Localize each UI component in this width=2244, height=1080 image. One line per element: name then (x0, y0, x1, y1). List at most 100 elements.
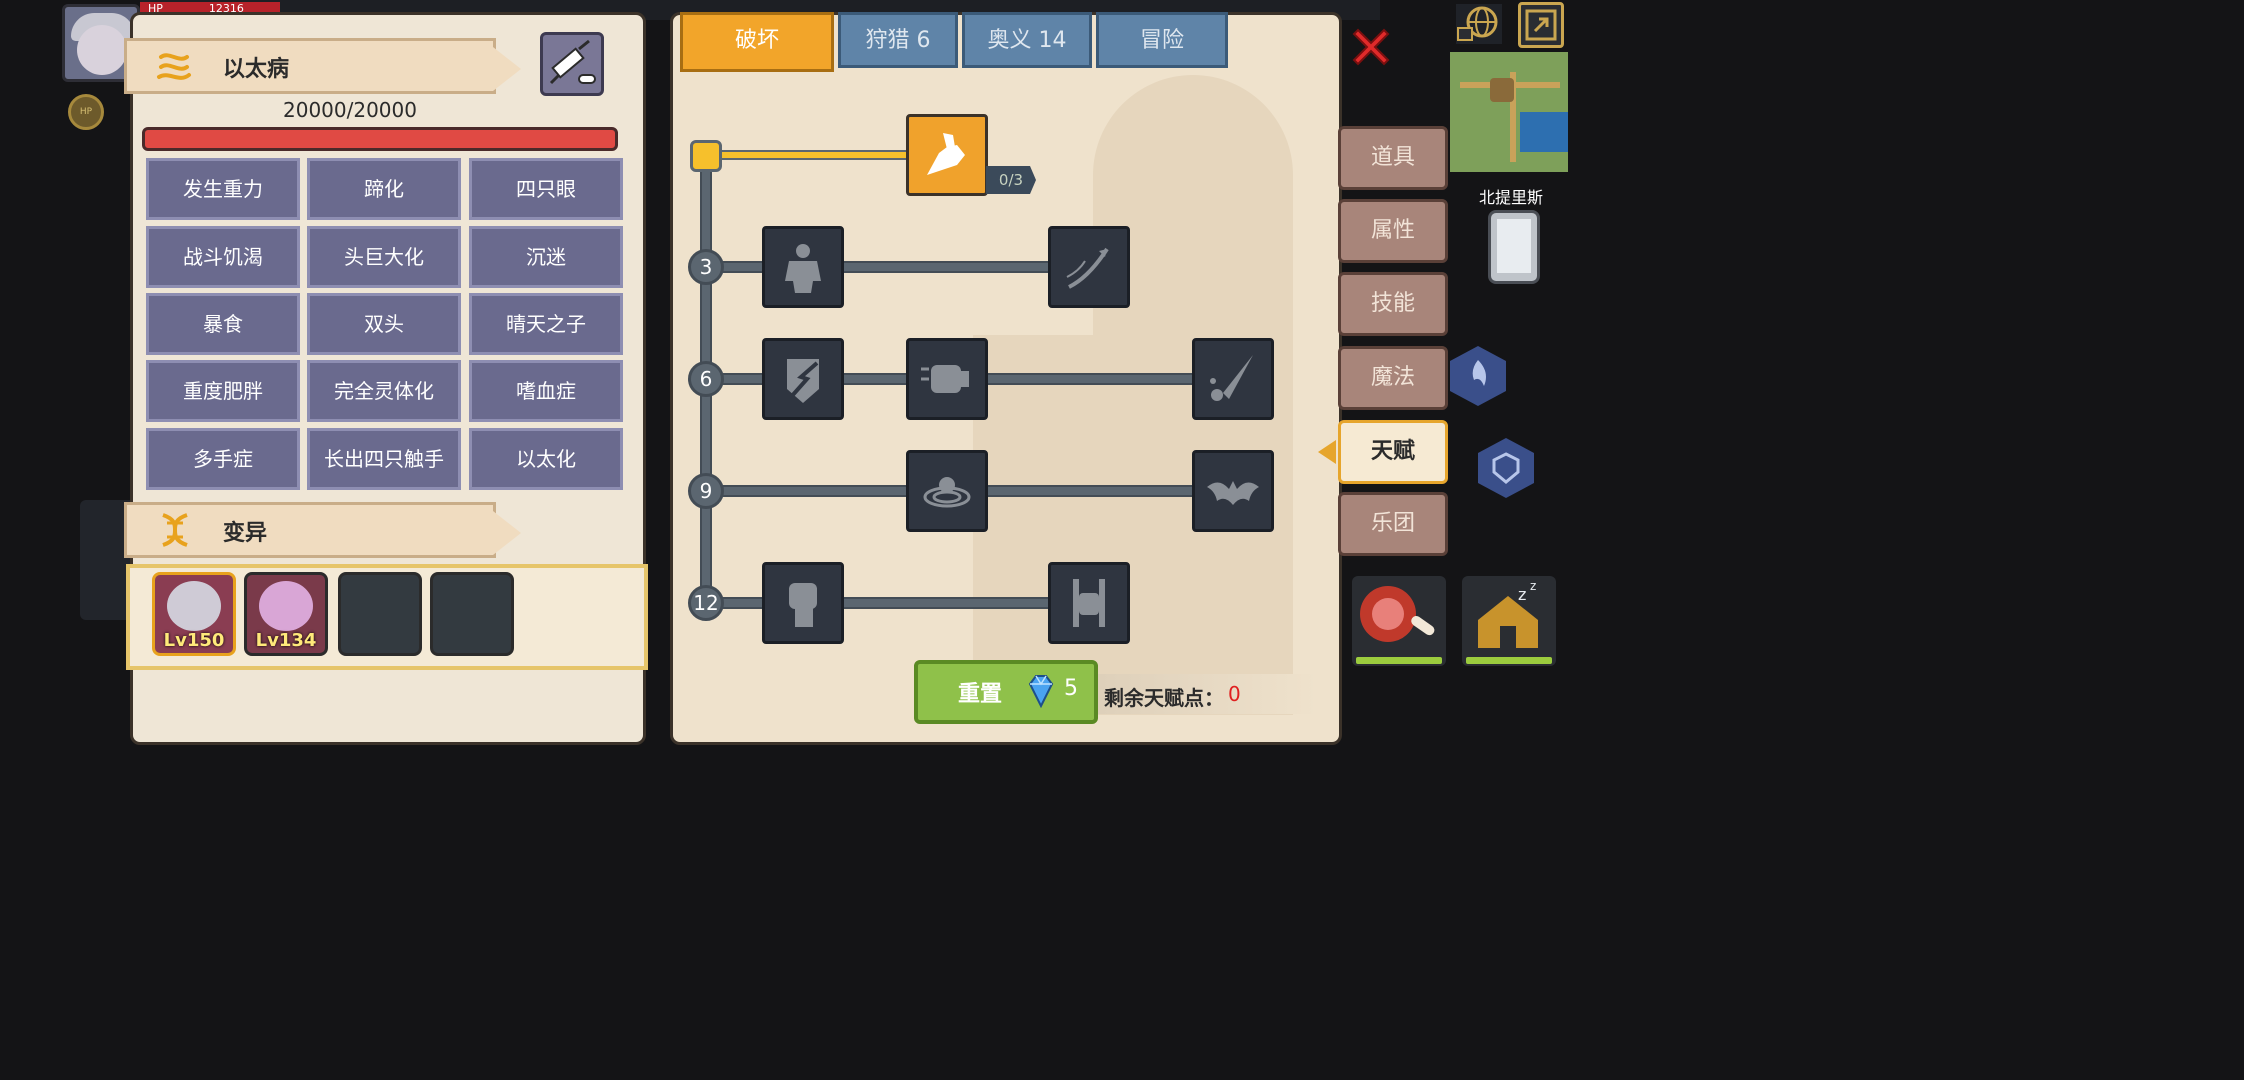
raised-fist-icon (789, 583, 817, 627)
arm-wrestle-icon (927, 133, 965, 175)
side-menu-talent[interactable]: 天赋 (1338, 420, 1448, 484)
disease-cell[interactable]: 战斗饥渴 (146, 226, 300, 288)
ripple-orb-icon (923, 477, 971, 508)
talent-level-node: 12 (688, 585, 724, 621)
talent-level-node: 9 (688, 473, 724, 509)
disease-title-ribbon: 以太病 (124, 38, 521, 94)
side-menu-items[interactable]: 道具 (1338, 126, 1448, 190)
talent-level-node: 6 (688, 361, 724, 397)
talent-bat-wing[interactable] (1192, 450, 1274, 532)
bat-wing-icon (1207, 481, 1259, 505)
meat-icon (1360, 586, 1435, 642)
background-castle (973, 335, 1113, 715)
close-button[interactable] (1346, 22, 1396, 72)
phone-icon (1497, 219, 1531, 273)
disease-cell[interactable]: 头巨大化 (307, 226, 461, 288)
disease-cell[interactable]: 长出四只触手 (307, 428, 461, 490)
party-member-slot-empty[interactable] (430, 572, 514, 656)
talent-arm-wrestle[interactable] (906, 114, 988, 196)
syringe-button[interactable] (540, 32, 604, 96)
party-member-slot[interactable]: Lv150 (152, 572, 236, 656)
disease-cell[interactable]: 发生重力 (146, 158, 300, 220)
disease-cell[interactable]: 蹄化 (307, 158, 461, 220)
reset-label: 重置 (958, 682, 1003, 707)
house-sleep-icon: zz (1478, 579, 1538, 648)
side-menu-attributes[interactable]: 属性 (1338, 199, 1448, 263)
remaining-label: 剩余天赋点： (1104, 686, 1224, 710)
disease-hp-bar (142, 127, 618, 151)
member-portrait (259, 581, 313, 631)
talent-raised-fist[interactable] (762, 562, 844, 644)
arrow-swoosh-icon (1066, 247, 1109, 289)
svg-text:z: z (1530, 579, 1536, 593)
fire-skill-icon[interactable] (1450, 346, 1506, 406)
tab-secret[interactable]: 奥义 14 (962, 12, 1092, 68)
exit-button[interactable] (1518, 2, 1564, 48)
minimap-building (1490, 78, 1514, 102)
disease-cell[interactable]: 沉迷 (469, 226, 623, 288)
dna-icon (155, 513, 195, 547)
syringe-icon (549, 39, 596, 85)
disease-cell[interactable]: 晴天之子 (469, 293, 623, 355)
food-button[interactable] (1352, 576, 1446, 666)
hp-coin-icon[interactable]: HP (68, 94, 104, 130)
side-menu-pointer (1318, 440, 1336, 464)
disease-cell[interactable]: 重度肥胖 (146, 360, 300, 422)
talent-tree-root (690, 140, 722, 172)
disease-cell[interactable]: 以太化 (469, 428, 623, 490)
talent-shield-break[interactable] (762, 338, 844, 420)
exit-icon (1525, 9, 1557, 41)
mutation-title-ribbon: 变异 (124, 502, 521, 558)
globe-button[interactable] (1456, 4, 1502, 44)
svg-text:z: z (1518, 585, 1526, 604)
talent-stone-fist[interactable] (1048, 562, 1130, 644)
region-name: 北提里斯 (1478, 188, 1543, 207)
remaining-points: 剩余天赋点： 0 (1098, 674, 1318, 714)
disease-cell[interactable]: 嗜血症 (469, 360, 623, 422)
tab-destroy[interactable]: 破坏 (680, 12, 834, 72)
tab-adventure[interactable]: 冒险 (1096, 12, 1228, 68)
food-bar (1356, 657, 1442, 664)
reset-talents-button[interactable]: 重置 5 (914, 660, 1098, 724)
stone-fist-icon (1073, 579, 1105, 627)
serpent-icon (155, 49, 195, 83)
talent-ripple-orb[interactable] (906, 450, 988, 532)
talent-arrow-swoosh[interactable] (1048, 226, 1130, 308)
side-menu-skills[interactable]: 技能 (1338, 272, 1448, 336)
shield-skill-icon[interactable] (1478, 438, 1534, 498)
side-menu-magic[interactable]: 魔法 (1338, 346, 1448, 410)
phone-button[interactable] (1488, 210, 1540, 284)
talent-count-badge: 0/3 (986, 166, 1036, 194)
disease-cell[interactable]: 暴食 (146, 293, 300, 355)
disease-hp-text: 20000/20000 (283, 98, 417, 122)
avatar-face (77, 25, 127, 75)
talent-fist-strike[interactable] (906, 338, 988, 420)
party-member-slot[interactable]: Lv134 (244, 572, 328, 656)
talent-level-node: 3 (688, 249, 724, 285)
tab-hunt[interactable]: 狩猎 6 (838, 12, 958, 68)
talent-giant[interactable] (762, 226, 844, 308)
disease-cell[interactable]: 四只眼 (469, 158, 623, 220)
giant-silhouette-icon (785, 244, 821, 293)
minimap-water (1520, 112, 1568, 152)
close-icon (1352, 28, 1390, 66)
blade-splash-icon (1210, 355, 1253, 401)
remaining-value: 0 (1228, 682, 1241, 706)
talent-blade-splash[interactable] (1192, 338, 1274, 420)
globe-icon (1457, 6, 1498, 41)
talent-line-active (720, 150, 910, 160)
disease-cell[interactable]: 完全灵体化 (307, 360, 461, 422)
disease-cell[interactable]: 双头 (307, 293, 461, 355)
diamond-icon (1028, 675, 1054, 708)
mutation-title: 变异 (223, 521, 268, 546)
party-member-slot-empty[interactable] (338, 572, 422, 656)
sleep-button[interactable]: zz (1462, 576, 1556, 666)
side-menu-band[interactable]: 乐团 (1338, 492, 1448, 556)
fist-strike-icon (921, 365, 969, 393)
disease-cell[interactable]: 多手症 (146, 428, 300, 490)
sleep-bar (1466, 657, 1552, 664)
shield-break-icon (787, 359, 819, 403)
member-portrait (167, 581, 221, 631)
member-level: Lv150 (163, 630, 225, 651)
minimap[interactable] (1450, 52, 1568, 172)
